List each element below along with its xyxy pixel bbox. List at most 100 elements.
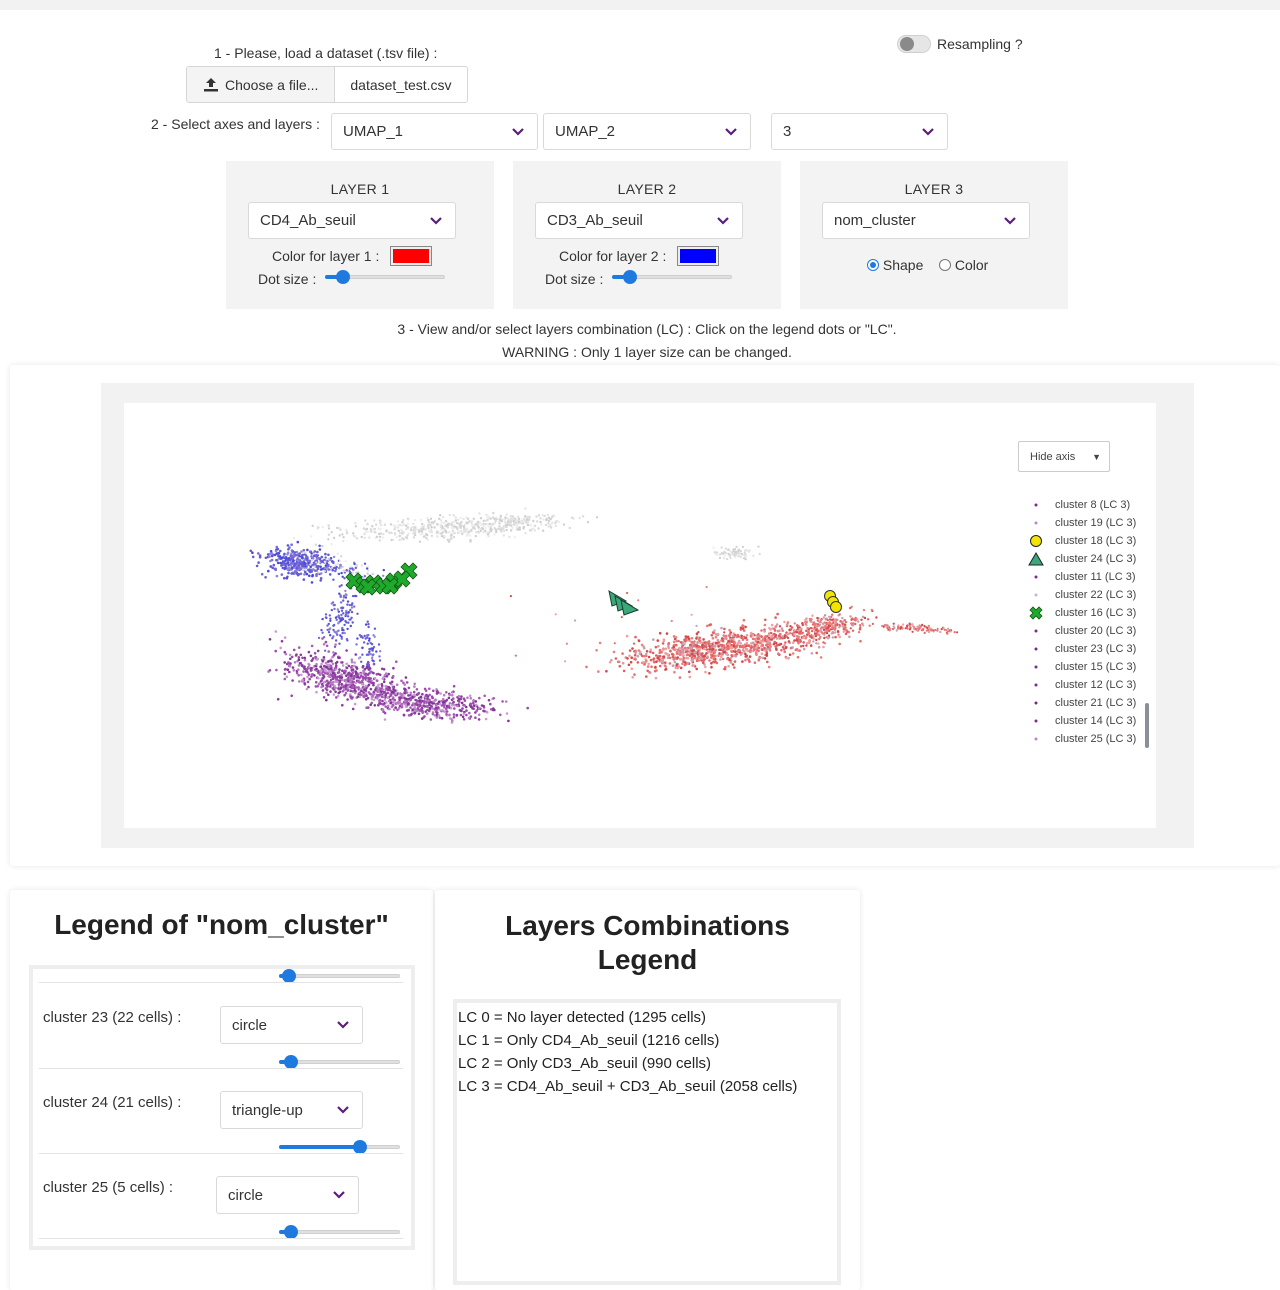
slider-thumb[interactable] [284,1225,299,1239]
data-point [677,651,681,655]
data-point [727,642,730,646]
color-radio[interactable] [938,259,951,271]
umap-scatter-plot[interactable] [124,403,1156,828]
legend-marker-dot[interactable] [1025,682,1047,688]
legend-item[interactable]: cluster 16 (LC 3) [1025,605,1136,621]
data-point [333,566,336,570]
legend-marker-dot[interactable] [1025,718,1047,724]
data-point [327,557,330,561]
cluster-size-slider[interactable] [279,969,400,983]
hide-axis-select[interactable]: Hide axis ▼ [1018,441,1110,472]
legend-items-box[interactable]: cluster 23 (22 cells) : circle cluster 2… [29,965,415,1250]
lc-1-line[interactable]: LC 1 = Only CD4_Ab_seuil (1216 cells) [458,1029,837,1052]
layer3-variable-select[interactable]: nom_cluster [822,202,1030,239]
lc-0-line[interactable]: LC 0 = No layer detected (1295 cells) [458,1006,837,1029]
data-point [704,642,708,645]
layer2-color-picker[interactable] [677,246,719,266]
legend-marker-dot[interactable] [1025,574,1047,580]
shape-radio-label[interactable]: Shape [883,257,923,273]
data-point [793,633,796,637]
data-point [433,714,437,717]
data-point [649,648,652,651]
legend-marker-triangle-up[interactable] [1025,552,1047,566]
legend-marker-dot[interactable] [1025,592,1047,598]
legend-item[interactable]: cluster 21 (LC 3) [1025,695,1136,711]
legend-marker-dot[interactable] [1025,520,1047,526]
data-point [813,624,817,627]
data-point [634,651,637,655]
y-axis-select[interactable]: UMAP_2 [543,113,751,150]
choose-file-button[interactable]: Choose a file... [187,67,336,102]
data-point [363,694,366,698]
legend-marker-dot[interactable] [1025,502,1047,508]
layers-count-select[interactable]: 3 [771,113,948,150]
cluster-23-size-slider[interactable] [279,1055,400,1069]
data-point [257,561,260,564]
legend-item[interactable]: cluster 12 (LC 3) [1025,677,1136,693]
legend-marker-dot[interactable] [1025,736,1047,742]
data-point [288,664,292,668]
layer2-dot-size-slider[interactable] [612,270,732,284]
scatter-plot-area[interactable] [124,403,1156,828]
slider-thumb[interactable] [623,270,637,284]
data-point [816,616,819,620]
legend-item[interactable]: cluster 23 (LC 3) [1025,641,1136,657]
data-point [407,694,410,697]
data-point [537,527,540,530]
legend-marker-circle[interactable] [1025,534,1047,548]
data-point [717,654,720,657]
legend-item[interactable]: cluster 24 (LC 3) [1025,551,1136,567]
cluster-23-shape-select[interactable]: circle [220,1006,363,1044]
data-point [354,566,357,570]
data-point [753,648,756,652]
slider-thumb[interactable] [281,969,296,983]
data-point [482,522,485,525]
legend-marker-dot[interactable] [1025,664,1047,670]
layer2-dot-size-label: Dot size : [545,271,604,287]
data-point [381,677,385,680]
layer1-color-picker[interactable] [390,246,432,266]
slider-thumb[interactable] [353,1140,368,1154]
data-point [297,566,300,569]
layer1-variable-select[interactable]: CD4_Ab_seuil [248,202,456,239]
file-input-group[interactable]: Choose a file... dataset_test.csv [186,66,468,103]
legend-scrollbar[interactable] [1145,703,1149,748]
resampling-toggle[interactable] [897,35,931,53]
legend-item[interactable]: cluster 15 (LC 3) [1025,659,1136,675]
x-axis-select[interactable]: UMAP_1 [331,113,538,150]
legend-item[interactable]: cluster 25 (LC 3) [1025,731,1136,747]
legend-marker-dot[interactable] [1025,646,1047,652]
data-point [785,656,788,660]
cluster-24-size-slider[interactable] [279,1140,400,1154]
legend-item[interactable]: cluster 8 (LC 3) [1025,497,1130,513]
data-point [817,633,821,636]
lc-2-line[interactable]: LC 2 = Only CD3_Ab_seuil (990 cells) [458,1052,837,1075]
legend-item[interactable]: cluster 14 (LC 3) [1025,713,1136,729]
data-point [838,635,841,639]
legend-item[interactable]: cluster 22 (LC 3) [1025,587,1136,603]
legend-marker-dot[interactable] [1025,700,1047,706]
data-point [739,653,743,656]
color-radio-label[interactable]: Color [955,257,988,273]
slider-thumb[interactable] [284,1055,299,1069]
data-point [816,630,820,633]
legend-item[interactable]: cluster 20 (LC 3) [1025,623,1136,639]
layer1-dot-size-slider[interactable] [325,270,445,284]
cluster-25-shape-select[interactable]: circle [216,1176,359,1214]
legend-item[interactable]: cluster 11 (LC 3) [1025,569,1136,585]
data-point [438,517,441,520]
data-point [283,672,287,676]
legend-item[interactable]: cluster 18 (LC 3) [1025,533,1136,549]
data-point [319,579,322,582]
data-point [956,631,959,634]
legend-marker-x[interactable] [1025,604,1047,622]
layer2-variable-select[interactable]: CD3_Ab_seuil [535,202,743,239]
cluster-24-shape-select[interactable]: triangle-up [220,1091,363,1129]
cluster-25-size-slider[interactable] [279,1225,400,1239]
legend-marker-dot[interactable] [1025,628,1047,634]
data-point [351,707,355,711]
legend-item[interactable]: cluster 19 (LC 3) [1025,515,1136,531]
shape-radio[interactable] [867,259,879,271]
lc-3-line[interactable]: LC 3 = CD4_Ab_seuil + CD3_Ab_seuil (2058… [458,1075,837,1098]
slider-thumb[interactable] [336,270,350,284]
